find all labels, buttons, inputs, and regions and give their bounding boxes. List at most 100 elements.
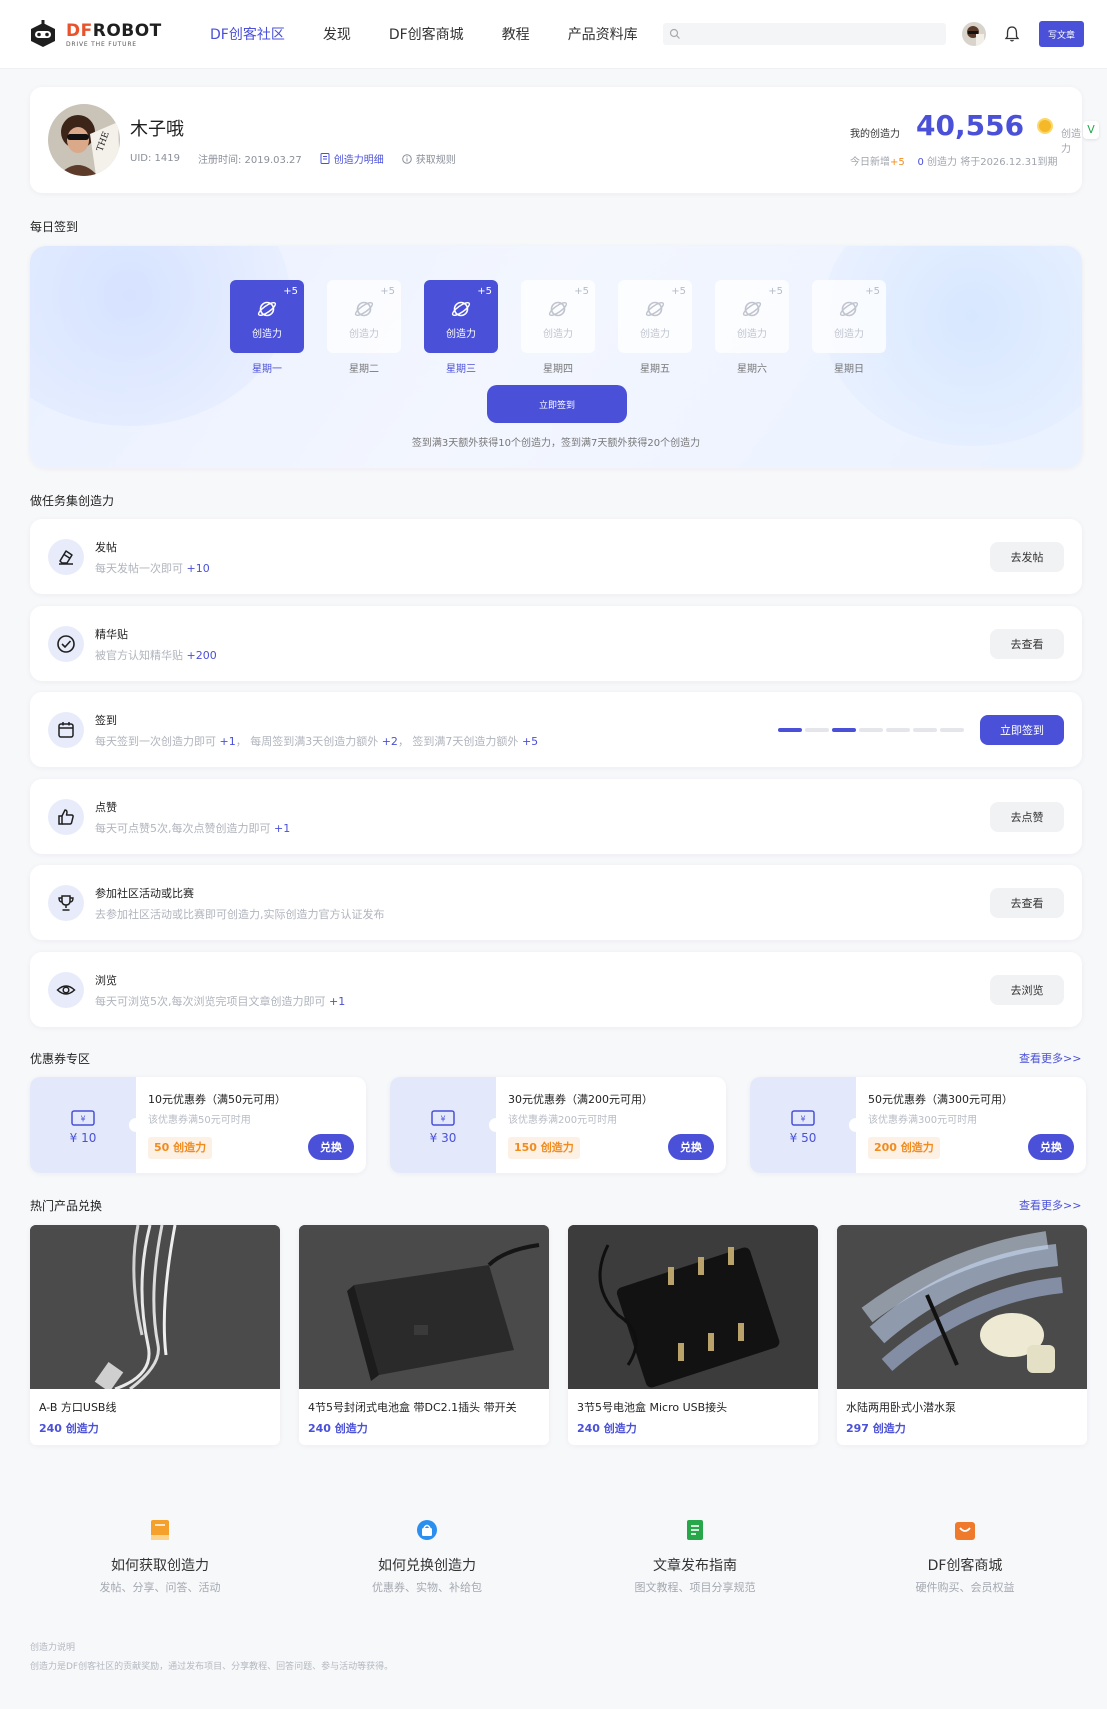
coupons-more-link[interactable]: 查看更多>> (1019, 1050, 1081, 1066)
user-id: UID: 1419 (130, 153, 180, 164)
checkin-day-name: 星期三 (446, 364, 476, 375)
write-article-button[interactable]: 写文章 (1039, 21, 1084, 47)
user-avatar[interactable] (962, 22, 986, 46)
checkin-day-name: 星期四 (543, 364, 573, 375)
task-name: 签到 (95, 714, 117, 727)
progress-segment (805, 728, 829, 732)
planet-icon (354, 301, 374, 317)
coupon-notch (129, 1118, 143, 1132)
coupon-title: 30元优惠券（满200元可用） (508, 1093, 653, 1106)
register-date: 注册时间: 2019.03.27 (197, 155, 302, 166)
coupon-notch (849, 1118, 863, 1132)
product-image (837, 1225, 1087, 1389)
product-price: 297 创造力 (846, 1422, 906, 1435)
coupon-condition: 该优惠券满300元可时用 (868, 1115, 978, 1126)
coupon-title: 10元优惠券（满50元可用） (148, 1093, 286, 1106)
nav-discover[interactable]: 发现 (323, 24, 351, 44)
book-icon (151, 1520, 169, 1540)
rules-link[interactable]: 获取规则 (401, 151, 456, 166)
task-card: 签到 每天签到一次创造力即可 +1， 每周签到满3天创造力额外 +2， 签到满7天… (30, 692, 1082, 767)
task-card: 发帖 每天发帖一次即可 +10 去发帖 (30, 519, 1082, 594)
checkin-day-card[interactable]: +5 创造力 (812, 280, 886, 353)
product-card[interactable]: A-B 方口USB线 240 创造力 (30, 1225, 280, 1445)
guide-link[interactable]: 文章发布指南 图文教程、项目分享规范 (565, 1508, 825, 1618)
check-circle-icon (57, 635, 75, 653)
redeem-button[interactable]: 兑换 (1028, 1134, 1074, 1160)
expire-value: 0 (917, 157, 924, 168)
points-unit: 创造力 (1061, 129, 1081, 155)
product-photo (837, 1225, 1087, 1389)
task-name: 参加社区活动或比赛 (95, 887, 194, 900)
day-bonus: +5 (380, 286, 395, 297)
redeem-button[interactable]: 兑换 (308, 1134, 354, 1160)
coupon-value-panel: ¥ ¥ 10 (30, 1077, 136, 1173)
side-float-tab[interactable]: V (1083, 121, 1099, 139)
task-card: 点赞 每天可点赞5次,每次点赞创造力即可 +1 去点赞 (30, 779, 1082, 854)
nav-community[interactable]: DF创客社区 (210, 24, 285, 44)
checkin-day-card[interactable]: +5 创造力 (521, 280, 595, 353)
redeem-button[interactable]: 兑换 (668, 1134, 714, 1160)
task-desc-text: 每天发帖一次即可 (95, 562, 183, 575)
task-action-button[interactable]: 去查看 (990, 629, 1064, 659)
task-bonus: +1 (274, 822, 291, 835)
guide-link[interactable]: 如何获取创造力 发帖、分享、问答、活动 (30, 1508, 290, 1618)
task-icon-wrap (48, 539, 84, 575)
checkin-day-card[interactable]: +5 创造力 (327, 280, 401, 353)
coupon-notch (489, 1118, 503, 1132)
points-detail-link[interactable]: 创造力明细 (320, 151, 384, 166)
dfrobot-logo[interactable]: DFROBOT DRIVE THE FUTURE (28, 18, 162, 52)
planet-icon (645, 301, 665, 317)
product-card[interactable]: 3节5号电池盒 Micro USB接头 240 创造力 (568, 1225, 818, 1445)
task-action-button[interactable]: 立即签到 (980, 715, 1064, 745)
checkin-day-card[interactable]: +5 创造力 (715, 280, 789, 353)
day-bonus: +5 (283, 286, 298, 297)
day-reward-label: 创造力 (446, 329, 476, 340)
thumbs-up-icon (58, 809, 74, 825)
day-bonus: +5 (768, 286, 783, 297)
progress-segment (913, 728, 937, 732)
task-bonus: +10 (186, 562, 210, 575)
products-more-link[interactable]: 查看更多>> (1019, 1197, 1081, 1213)
guide-title: 如何获取创造力 (111, 1558, 209, 1574)
product-card[interactable]: 水陆两用卧式小潜水泵 297 创造力 (837, 1225, 1087, 1445)
search-input[interactable] (663, 23, 946, 45)
guide-link[interactable]: DF创客商城 硬件购买、会员权益 (835, 1508, 1095, 1618)
day-bonus: +5 (477, 286, 492, 297)
nav-product-library[interactable]: 产品资料库 (568, 24, 638, 44)
product-name: 水陆两用卧式小潜水泵 (846, 1401, 956, 1414)
checkin-day-name: 星期日 (834, 364, 864, 375)
day-reward-label: 创造力 (252, 329, 282, 340)
rules-label: 获取规则 (415, 155, 456, 166)
profile-avatar: THE (48, 104, 120, 176)
planet-icon (548, 301, 568, 317)
task-desc-text: 去参加社区活动或比赛即可创造力,实际创造力官方认证发布 (95, 908, 385, 921)
day-reward-label: 创造力 (640, 329, 670, 340)
bell-icon[interactable] (1004, 25, 1020, 43)
product-image (299, 1225, 549, 1389)
task-desc: 每天可浏览5次,每次浏览完项目文章创造力即可 +1 (95, 993, 345, 1009)
task-action-button[interactable]: 去发帖 (990, 542, 1064, 572)
planet-icon (839, 301, 859, 317)
coupon-amount: ¥ 30 (429, 1131, 457, 1145)
nav-tutorials[interactable]: 教程 (502, 24, 530, 44)
checkin-day-card[interactable]: +5 创造力 (230, 280, 304, 353)
logo-tagline: DRIVE THE FUTURE (66, 40, 137, 48)
checkin-day-card[interactable]: +5 创造力 (424, 280, 498, 353)
coupon-amount: ¥ 50 (789, 1131, 817, 1145)
task-name: 精华贴 (95, 628, 128, 641)
task-desc: 每天发帖一次即可 +10 (95, 560, 210, 576)
points-label: 我的创造力 (850, 129, 900, 140)
coupon-condition: 该优惠券满200元可时用 (508, 1115, 618, 1126)
guide-link[interactable]: 如何兑换创造力 优惠券、实物、补给包 (297, 1508, 557, 1618)
nav-store[interactable]: DF创客商城 (389, 24, 464, 44)
checkin-day-card[interactable]: +5 创造力 (618, 280, 692, 353)
coupon-price: 50 创造力 (148, 1137, 213, 1159)
task-icon-wrap (48, 799, 84, 835)
task-action-button[interactable]: 去点赞 (990, 802, 1064, 832)
task-action-button[interactable]: 去查看 (990, 888, 1064, 918)
product-card[interactable]: 4节5号封闭式电池盒 带DC2.1插头 带开关 240 创造力 (299, 1225, 549, 1445)
day-bonus: +5 (671, 286, 686, 297)
checkin-button[interactable]: 立即签到 (487, 385, 627, 423)
product-image (30, 1225, 280, 1389)
task-action-button[interactable]: 去浏览 (990, 975, 1064, 1005)
